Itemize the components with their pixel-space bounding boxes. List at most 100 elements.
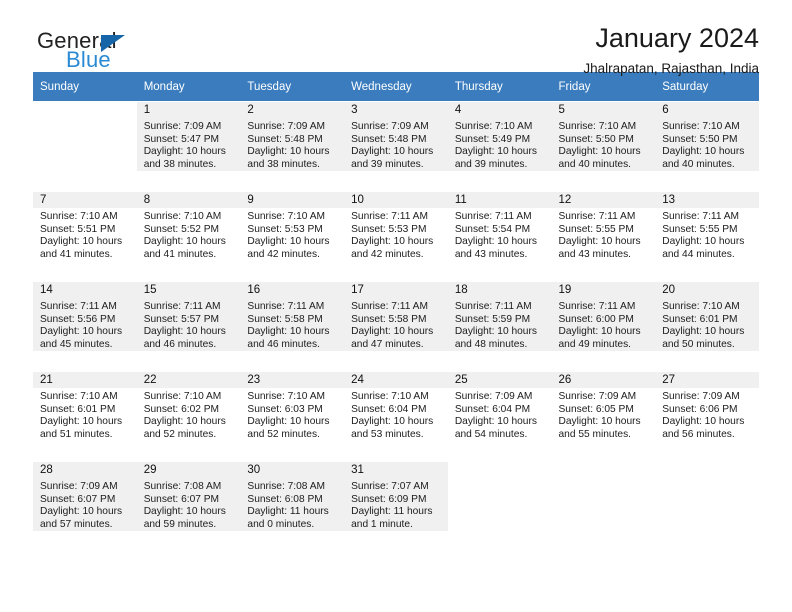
calendar-cell[interactable]: 21 Sunrise: 7:10 AM Sunset: 6:01 PM Dayl… bbox=[33, 371, 137, 461]
calendar-cell[interactable]: 31 Sunrise: 7:07 AM Sunset: 6:09 PM Dayl… bbox=[344, 461, 448, 551]
day-details: Sunrise: 7:11 AM Sunset: 5:58 PM Dayligh… bbox=[240, 298, 345, 352]
calendar-cell[interactable]: 30 Sunrise: 7:08 AM Sunset: 6:08 PM Dayl… bbox=[240, 461, 345, 551]
sunrise-text: Sunrise: 7:11 AM bbox=[662, 211, 740, 222]
day-cell[interactable]: 14 Sunrise: 7:11 AM Sunset: 5:56 PM Dayl… bbox=[33, 281, 137, 371]
calendar-cell[interactable]: 19 Sunrise: 7:11 AM Sunset: 6:00 PM Dayl… bbox=[551, 281, 656, 371]
calendar-cell[interactable]: 18 Sunrise: 7:11 AM Sunset: 5:59 PM Dayl… bbox=[447, 281, 552, 371]
day-cell[interactable]: 16 Sunrise: 7:11 AM Sunset: 5:58 PM Dayl… bbox=[240, 281, 345, 371]
day-cell[interactable]: 5 Sunrise: 7:10 AM Sunset: 5:50 PM Dayli… bbox=[551, 101, 656, 191]
daylight-text-line2: and 51 minutes. bbox=[40, 428, 113, 440]
calendar-cell[interactable]: 22 Sunrise: 7:10 AM Sunset: 6:02 PM Dayl… bbox=[136, 371, 241, 461]
day-cell[interactable]: 11 Sunrise: 7:11 AM Sunset: 5:54 PM Dayl… bbox=[447, 191, 552, 281]
day-cell[interactable]: 13 Sunrise: 7:11 AM Sunset: 5:55 PM Dayl… bbox=[655, 191, 759, 281]
daylight-text-line2: and 42 minutes. bbox=[247, 248, 320, 260]
sunrise-text: Sunrise: 7:10 AM bbox=[351, 391, 429, 402]
day-cell[interactable]: 22 Sunrise: 7:10 AM Sunset: 6:02 PM Dayl… bbox=[136, 371, 241, 461]
sunrise-text: Sunrise: 7:11 AM bbox=[247, 301, 325, 312]
sunset-text: Sunset: 5:55 PM bbox=[662, 223, 738, 235]
calendar-cell[interactable]: 5 Sunrise: 7:10 AM Sunset: 5:50 PM Dayli… bbox=[551, 101, 656, 191]
daylight-text-line2: and 49 minutes. bbox=[558, 338, 632, 350]
calendar-cell[interactable] bbox=[655, 461, 759, 551]
sunset-text: Sunset: 6:06 PM bbox=[662, 403, 738, 415]
calendar-cell[interactable]: 17 Sunrise: 7:11 AM Sunset: 5:58 PM Dayl… bbox=[344, 281, 448, 371]
calendar-cell[interactable]: 15 Sunrise: 7:11 AM Sunset: 5:57 PM Dayl… bbox=[136, 281, 241, 371]
calendar-cell[interactable]: 2 Sunrise: 7:09 AM Sunset: 5:48 PM Dayli… bbox=[240, 101, 345, 191]
day-cell[interactable]: 9 Sunrise: 7:10 AM Sunset: 5:53 PM Dayli… bbox=[240, 191, 345, 281]
day-cell[interactable]: 12 Sunrise: 7:11 AM Sunset: 5:55 PM Dayl… bbox=[551, 191, 656, 281]
calendar-cell[interactable]: 28 Sunrise: 7:09 AM Sunset: 6:07 PM Dayl… bbox=[33, 461, 137, 551]
calendar-cell[interactable]: 6 Sunrise: 7:10 AM Sunset: 5:50 PM Dayli… bbox=[655, 101, 759, 191]
day-cell[interactable]: 3 Sunrise: 7:09 AM Sunset: 5:48 PM Dayli… bbox=[344, 101, 448, 191]
sunrise-text: Sunrise: 7:08 AM bbox=[247, 481, 325, 492]
calendar-cell[interactable] bbox=[551, 461, 656, 551]
calendar-cell[interactable]: 13 Sunrise: 7:11 AM Sunset: 5:55 PM Dayl… bbox=[655, 191, 759, 281]
calendar-cell[interactable]: 4 Sunrise: 7:10 AM Sunset: 5:49 PM Dayli… bbox=[447, 101, 552, 191]
day-number: 22 bbox=[136, 372, 241, 388]
sunrise-text: Sunrise: 7:11 AM bbox=[143, 301, 221, 312]
calendar-cell[interactable]: 16 Sunrise: 7:11 AM Sunset: 5:58 PM Dayl… bbox=[240, 281, 345, 371]
calendar-cell[interactable]: 14 Sunrise: 7:11 AM Sunset: 5:56 PM Dayl… bbox=[33, 281, 137, 371]
day-cell[interactable]: 17 Sunrise: 7:11 AM Sunset: 5:58 PM Dayl… bbox=[344, 281, 448, 371]
day-cell[interactable]: 23 Sunrise: 7:10 AM Sunset: 6:03 PM Dayl… bbox=[240, 371, 345, 461]
calendar-cell[interactable]: 25 Sunrise: 7:09 AM Sunset: 6:04 PM Dayl… bbox=[447, 371, 552, 461]
sunrise-text: Sunrise: 7:10 AM bbox=[454, 121, 533, 132]
day-cell[interactable]: 2 Sunrise: 7:09 AM Sunset: 5:48 PM Dayli… bbox=[240, 101, 345, 191]
day-cell[interactable]: 1 Sunrise: 7:09 AM Sunset: 5:47 PM Dayli… bbox=[136, 101, 241, 191]
general-blue-logo[interactable]: General Blue bbox=[37, 30, 227, 76]
day-cell[interactable]: 29 Sunrise: 7:08 AM Sunset: 6:07 PM Dayl… bbox=[136, 461, 241, 551]
day-cell[interactable]: 31 Sunrise: 7:07 AM Sunset: 6:09 PM Dayl… bbox=[344, 461, 448, 551]
day-cell[interactable]: 15 Sunrise: 7:11 AM Sunset: 5:57 PM Dayl… bbox=[136, 281, 241, 371]
day-number: 9 bbox=[240, 192, 345, 208]
calendar-cell[interactable]: 10 Sunrise: 7:11 AM Sunset: 5:53 PM Dayl… bbox=[344, 191, 448, 281]
daylight-text-line2: and 1 minute. bbox=[351, 518, 413, 530]
day-cell[interactable]: 24 Sunrise: 7:10 AM Sunset: 6:04 PM Dayl… bbox=[344, 371, 448, 461]
sunset-text: Sunset: 5:59 PM bbox=[454, 313, 531, 325]
day-cell[interactable]: 30 Sunrise: 7:08 AM Sunset: 6:08 PM Dayl… bbox=[240, 461, 345, 551]
calendar-cell[interactable]: 29 Sunrise: 7:08 AM Sunset: 6:07 PM Dayl… bbox=[136, 461, 241, 551]
calendar-cell[interactable]: 27 Sunrise: 7:09 AM Sunset: 6:06 PM Dayl… bbox=[655, 371, 759, 461]
calendar-cell[interactable]: 12 Sunrise: 7:11 AM Sunset: 5:55 PM Dayl… bbox=[551, 191, 656, 281]
day-details: Sunrise: 7:10 AM Sunset: 5:50 PM Dayligh… bbox=[551, 118, 656, 172]
daylight-text-line2: and 52 minutes. bbox=[143, 428, 217, 440]
day-cell[interactable]: 19 Sunrise: 7:11 AM Sunset: 6:00 PM Dayl… bbox=[551, 281, 656, 371]
day-details: Sunrise: 7:10 AM Sunset: 6:02 PM Dayligh… bbox=[137, 388, 241, 441]
day-number: 3 bbox=[344, 102, 448, 118]
calendar-cell[interactable]: 1 Sunrise: 7:09 AM Sunset: 5:47 PM Dayli… bbox=[136, 101, 241, 191]
sunrise-text: Sunrise: 7:08 AM bbox=[143, 481, 222, 492]
day-cell[interactable]: 18 Sunrise: 7:11 AM Sunset: 5:59 PM Dayl… bbox=[447, 281, 552, 371]
day-details: Sunrise: 7:10 AM Sunset: 5:51 PM Dayligh… bbox=[33, 208, 137, 261]
day-cell[interactable]: 28 Sunrise: 7:09 AM Sunset: 6:07 PM Dayl… bbox=[33, 461, 137, 551]
daylight-text-line1: Daylight: 10 hours bbox=[351, 416, 434, 428]
day-cell[interactable]: 4 Sunrise: 7:10 AM Sunset: 5:49 PM Dayli… bbox=[447, 101, 552, 191]
calendar-cell[interactable]: 26 Sunrise: 7:09 AM Sunset: 6:05 PM Dayl… bbox=[551, 371, 656, 461]
day-cell[interactable]: 20 Sunrise: 7:10 AM Sunset: 6:01 PM Dayl… bbox=[655, 281, 759, 371]
calendar-cell[interactable]: 7 Sunrise: 7:10 AM Sunset: 5:51 PM Dayli… bbox=[33, 191, 137, 281]
calendar-cell[interactable]: 11 Sunrise: 7:11 AM Sunset: 5:54 PM Dayl… bbox=[447, 191, 552, 281]
day-cell[interactable]: 10 Sunrise: 7:11 AM Sunset: 5:53 PM Dayl… bbox=[344, 191, 448, 281]
calendar-cell[interactable]: 9 Sunrise: 7:10 AM Sunset: 5:53 PM Dayli… bbox=[240, 191, 345, 281]
calendar-cell[interactable]: 20 Sunrise: 7:10 AM Sunset: 6:01 PM Dayl… bbox=[655, 281, 759, 371]
calendar-cell[interactable]: 8 Sunrise: 7:10 AM Sunset: 5:52 PM Dayli… bbox=[136, 191, 241, 281]
calendar-cell[interactable]: 3 Sunrise: 7:09 AM Sunset: 5:48 PM Dayli… bbox=[344, 101, 448, 191]
day-cell[interactable]: 21 Sunrise: 7:10 AM Sunset: 6:01 PM Dayl… bbox=[33, 371, 137, 461]
calendar-cell[interactable]: 23 Sunrise: 7:10 AM Sunset: 6:03 PM Dayl… bbox=[240, 371, 345, 461]
sunrise-text: Sunrise: 7:09 AM bbox=[247, 121, 325, 132]
calendar-cell[interactable] bbox=[447, 461, 552, 551]
calendar-cell[interactable] bbox=[33, 101, 137, 191]
calendar-cell[interactable]: 24 Sunrise: 7:10 AM Sunset: 6:04 PM Dayl… bbox=[344, 371, 448, 461]
day-cell[interactable]: 26 Sunrise: 7:09 AM Sunset: 6:05 PM Dayl… bbox=[551, 371, 656, 461]
daylight-text-line1: Daylight: 10 hours bbox=[143, 146, 226, 158]
day-cell[interactable]: 6 Sunrise: 7:10 AM Sunset: 5:50 PM Dayli… bbox=[655, 101, 759, 191]
day-details: Sunrise: 7:11 AM Sunset: 5:54 PM Dayligh… bbox=[448, 208, 552, 261]
sunset-text: Sunset: 5:57 PM bbox=[143, 313, 220, 325]
calendar-week-row: 14 Sunrise: 7:11 AM Sunset: 5:56 PM Dayl… bbox=[33, 281, 759, 371]
day-cell[interactable]: 8 Sunrise: 7:10 AM Sunset: 5:52 PM Dayli… bbox=[136, 191, 241, 281]
day-cell[interactable]: 7 Sunrise: 7:10 AM Sunset: 5:51 PM Dayli… bbox=[33, 191, 137, 281]
day-cell[interactable]: 27 Sunrise: 7:09 AM Sunset: 6:06 PM Dayl… bbox=[655, 371, 759, 461]
sunrise-text: Sunrise: 7:10 AM bbox=[662, 301, 740, 312]
day-cell[interactable]: 25 Sunrise: 7:09 AM Sunset: 6:04 PM Dayl… bbox=[447, 371, 552, 461]
day-details: Sunrise: 7:08 AM Sunset: 6:07 PM Dayligh… bbox=[136, 478, 241, 532]
day-details: Sunrise: 7:07 AM Sunset: 6:09 PM Dayligh… bbox=[344, 478, 448, 532]
calendar-week-row: 28 Sunrise: 7:09 AM Sunset: 6:07 PM Dayl… bbox=[33, 461, 759, 551]
daylight-text-line1: Daylight: 10 hours bbox=[40, 326, 123, 338]
